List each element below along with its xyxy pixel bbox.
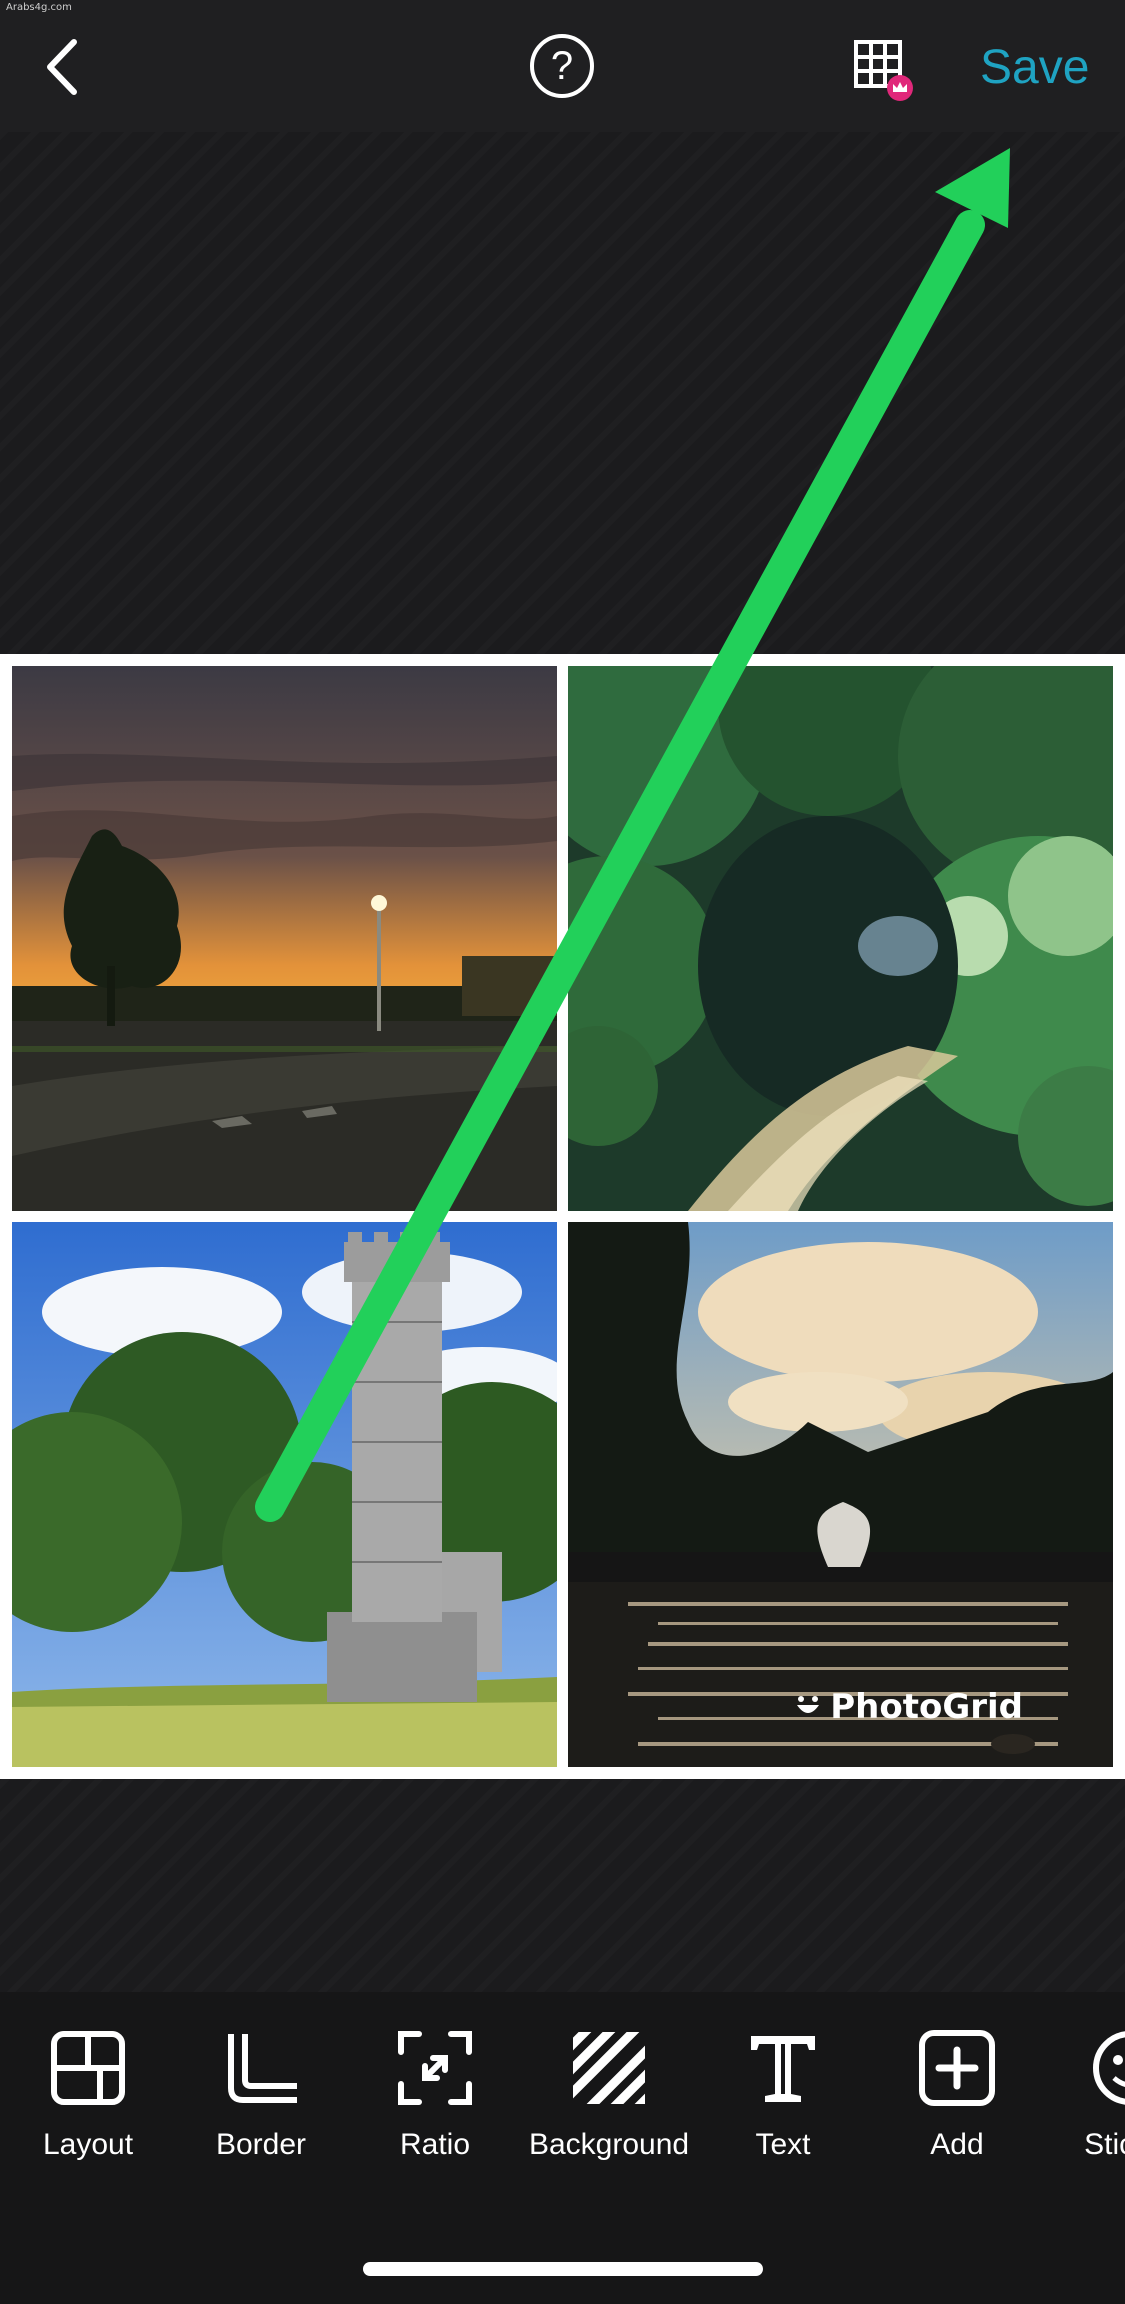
home-indicator[interactable]: [363, 2262, 763, 2276]
photo-pond-fountain[interactable]: PhotoGrid: [568, 1222, 1113, 1767]
photo-sunset-road[interactable]: [12, 666, 557, 1211]
pond-fountain-image: [568, 1222, 1113, 1767]
tool-background-label: Background: [528, 2128, 690, 2161]
photogrid-editor-screen: Arabs4g.com ? Save PhotoGrid Layout Bord…: [0, 0, 1125, 2304]
ratio-icon: [398, 2031, 472, 2105]
tool-ratio-label: Ratio: [399, 2128, 471, 2161]
layout-icon: [51, 2031, 125, 2105]
tool-background[interactable]: Background: [529, 2028, 689, 2178]
collage-canvas: PhotoGrid: [0, 132, 1125, 1992]
tool-text[interactable]: Text: [703, 2028, 863, 2178]
forest-stream-image: [568, 666, 1113, 1211]
chevron-left-icon: [47, 39, 77, 95]
photo-forest-stream[interactable]: [568, 666, 1113, 1211]
text-icon: [751, 2036, 815, 2102]
tool-border[interactable]: Border: [181, 2028, 341, 2178]
border-icon: [228, 2034, 297, 2103]
back-button[interactable]: [40, 36, 86, 98]
photo-stone-tower[interactable]: [12, 1222, 557, 1767]
help-button[interactable]: ?: [530, 34, 594, 98]
grid-premium-icon: [854, 40, 913, 101]
smile-icon: [797, 1696, 820, 1713]
question-mark-icon: ?: [550, 43, 574, 88]
tool-text-label: Text: [755, 2128, 811, 2161]
sunset-road-image: [12, 666, 557, 1211]
tool-sticker[interactable]: Sticker: [1050, 2028, 1125, 2178]
tool-border-label: Border: [215, 2128, 307, 2161]
site-watermark: Arabs4g.com: [6, 2, 72, 13]
tool-layout[interactable]: Layout: [8, 2028, 168, 2178]
tool-add[interactable]: Add: [877, 2028, 1037, 2178]
grid-premium-button[interactable]: [852, 38, 916, 102]
tool-ratio[interactable]: Ratio: [355, 2028, 515, 2178]
collage-grid: PhotoGrid: [0, 654, 1125, 1779]
sticker-icon: [1093, 2031, 1125, 2105]
watermark-text: PhotoGrid: [830, 1687, 1023, 1727]
top-bar: Arabs4g.com ? Save: [0, 0, 1125, 132]
tool-add-label: Add: [930, 2128, 984, 2161]
stone-tower-image: [12, 1222, 557, 1767]
save-button[interactable]: Save: [980, 36, 1089, 100]
add-icon: [919, 2030, 995, 2106]
bottom-toolbar: Layout Border Ratio Background Text Add …: [0, 1992, 1125, 2304]
tool-layout-label: Layout: [42, 2128, 134, 2161]
background-icon: [573, 2032, 645, 2104]
tool-sticker-label: Sticker: [1084, 2128, 1125, 2161]
photogrid-watermark: PhotoGrid: [794, 1687, 1023, 1727]
